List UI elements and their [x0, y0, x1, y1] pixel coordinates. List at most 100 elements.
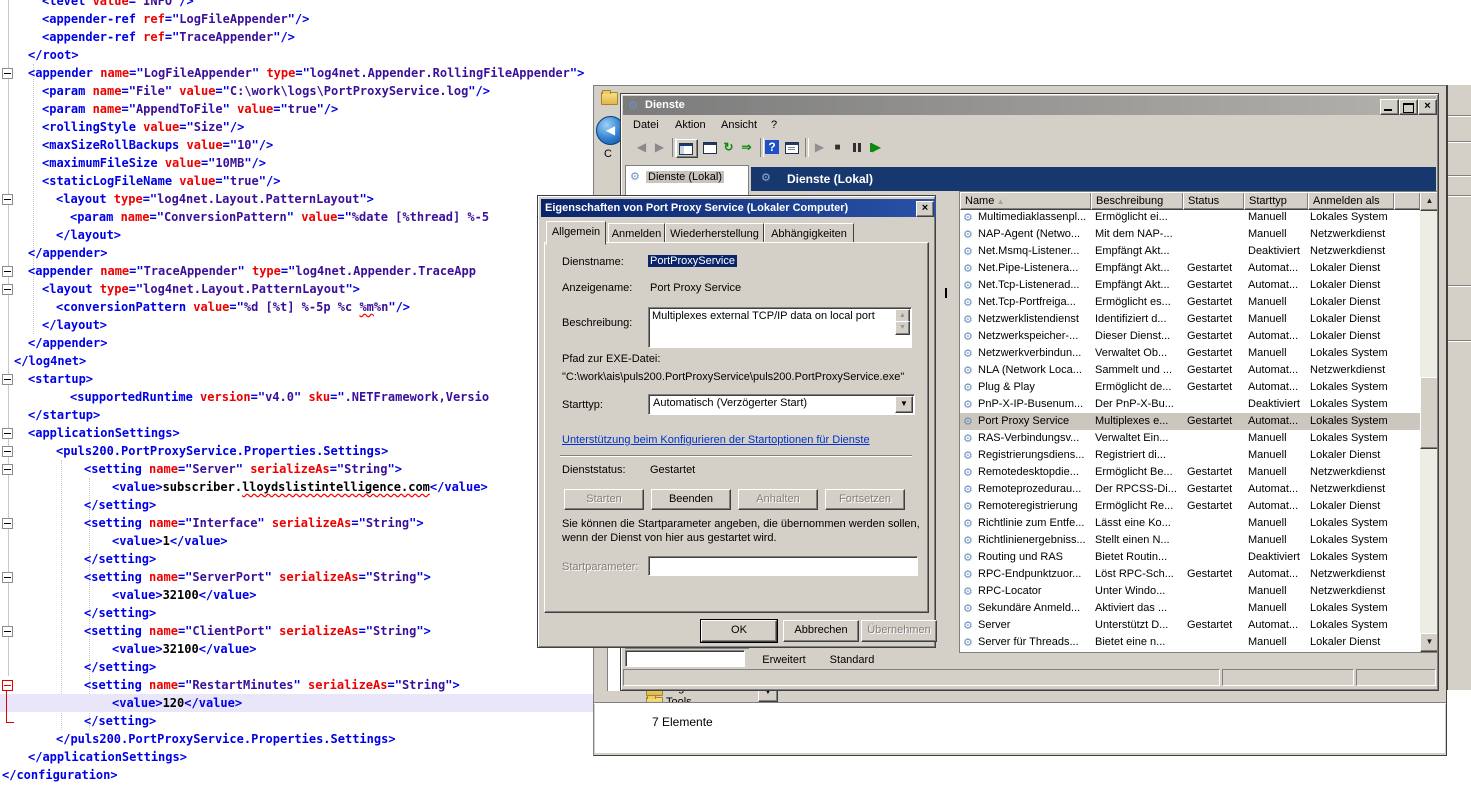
stop-button[interactable]: Beenden [651, 489, 731, 510]
service-cell: Lokales System [1310, 549, 1416, 566]
startup-type-combobox[interactable]: Automatisch (Verzögerter Start) ▼ [648, 394, 915, 415]
menu-hilfe[interactable]: ? [767, 116, 781, 134]
column-header-4[interactable]: Starttyp [1244, 192, 1309, 210]
service-row[interactable]: ⚙Routing und RASBietet Routin...Deaktivi… [960, 549, 1420, 566]
service-name-value[interactable]: PortProxyService [648, 255, 737, 267]
help-icon[interactable]: ? [764, 139, 781, 156]
fold-toggle-icon[interactable] [2, 572, 13, 583]
properties-icon[interactable] [701, 139, 718, 156]
column-header-3[interactable]: Status [1183, 192, 1245, 210]
service-row[interactable]: ⚙NAP-Agent (Netwo...Mit dem NAP-...Manue… [960, 226, 1420, 243]
combo-dropdown-icon[interactable]: ▼ [895, 396, 913, 413]
service-row[interactable]: ⚙RPC-Endpunktzuor...Löst RPC-Sch...Gesta… [960, 566, 1420, 583]
minimize-icon[interactable] [1380, 99, 1399, 115]
service-cell: Empfängt Akt... [1095, 243, 1183, 260]
service-row[interactable]: ⚙ServerUnterstützt D...GestartetAutomat.… [960, 617, 1420, 634]
vertical-scrollbar[interactable]: ▲ ▼ [1420, 192, 1437, 650]
service-status-label: Dienststatus: [562, 464, 626, 476]
menu-aktion[interactable]: Aktion [671, 116, 710, 134]
service-row[interactable]: ⚙Netzwerkverbindun...Verwaltet Ob...Gest… [960, 345, 1420, 362]
fold-toggle-icon[interactable] [2, 374, 13, 385]
service-cell: Manuell [1248, 515, 1306, 532]
refresh-icon[interactable]: ↻ [720, 139, 737, 156]
menu-datei[interactable]: Datei [629, 116, 663, 134]
service-row[interactable]: ⚙Net.Pipe-Listenera...Empfängt Akt...Ges… [960, 260, 1420, 277]
close-icon[interactable]: × [916, 201, 934, 217]
fold-toggle-icon[interactable] [2, 68, 13, 79]
stop-icon[interactable]: ■ [829, 139, 846, 156]
tab-standard[interactable]: Standard [821, 652, 883, 670]
tab-anmelden[interactable]: Anmelden [608, 223, 665, 243]
service-row[interactable]: ⚙Remoteprozedurau...Der RPCSS-Di...Gesta… [960, 481, 1420, 498]
service-row[interactable]: ⚙Registrierungsdiens...Registriert di...… [960, 447, 1420, 464]
service-cell [1187, 447, 1244, 464]
service-row[interactable]: ⚙Netzwerkspeicher-...Dieser Dienst...Ges… [960, 328, 1420, 345]
service-row[interactable]: ⚙Server für Threads...Bietet eine n...Ma… [960, 634, 1420, 651]
tab-erweitert[interactable]: Erweitert [749, 652, 819, 670]
maximize-icon[interactable] [1399, 99, 1418, 115]
start-button[interactable]: Starten [564, 489, 644, 510]
fold-toggle-icon[interactable] [2, 284, 13, 295]
dialog-titlebar[interactable]: Eigenschaften von Port Proxy Service (Lo… [541, 199, 936, 217]
restart-icon[interactable]: ▶ [868, 139, 885, 156]
menu-ansicht[interactable]: Ansicht [717, 116, 761, 134]
column-header-2[interactable]: Beschreibung [1091, 192, 1184, 210]
service-row[interactable]: ⚙Richtlinie zum Entfe...Lässt eine Ko...… [960, 515, 1420, 532]
tree-item-dienste-lokal[interactable]: Dienste (Lokal) [646, 171, 724, 183]
show-console-tree-icon[interactable] [676, 139, 698, 158]
fold-toggle-icon[interactable] [2, 464, 13, 475]
service-row[interactable]: ⚙RPC-LocatorUnter Windo...ManuellNetzwer… [960, 583, 1420, 600]
service-row[interactable]: ⚙PnP-X-IP-Busenum...Der PnP-X-Bu...Deakt… [960, 396, 1420, 413]
service-row[interactable]: ⚙RemoteregistrierungErmöglicht Re...Gest… [960, 498, 1420, 515]
apply-button[interactable]: Übernehmen [861, 620, 937, 642]
service-row[interactable]: ⚙Remotedesktopdie...Ermöglicht Be...Gest… [960, 464, 1420, 481]
fold-toggle-icon[interactable] [2, 680, 13, 691]
tab-wiederherstellung[interactable]: Wiederherstellung [665, 223, 764, 243]
ok-button[interactable]: OK [701, 620, 777, 642]
service-row[interactable]: ⚙Port Proxy ServiceMultiplexes e...Gesta… [960, 413, 1420, 430]
services-list[interactable]: Name ▲BeschreibungStatusStarttypAnmelden… [959, 191, 1438, 653]
scrollbar-thumb[interactable] [1420, 377, 1438, 449]
service-row[interactable]: ⚙RAS-Verbindungsv...Verwaltet Ein...Manu… [960, 430, 1420, 447]
fold-toggle-icon[interactable] [2, 194, 13, 205]
service-row[interactable]: ⚙Plug & PlayErmöglicht de...GestartetAut… [960, 379, 1420, 396]
window-list-icon[interactable] [783, 139, 800, 156]
back-icon[interactable]: ◀ [633, 139, 650, 156]
tab-allgemein[interactable]: Allgemein [546, 221, 606, 245]
scroll-up-icon[interactable]: ▲ [1420, 192, 1438, 211]
resume-button[interactable]: Fortsetzen [825, 489, 905, 510]
play-icon[interactable]: ▶ [811, 139, 828, 156]
service-row[interactable]: ⚙NetzwerklistendienstIdentifiziert d...G… [960, 311, 1420, 328]
filter-box[interactable] [625, 650, 745, 667]
description-box[interactable]: Multiplexes external TCP/IP data on loca… [648, 307, 912, 348]
fold-toggle-icon[interactable] [2, 446, 13, 457]
fold-toggle-icon[interactable] [2, 626, 13, 637]
code-line: <startup> [28, 370, 93, 388]
column-header-1[interactable]: Name ▲ [960, 192, 1092, 210]
tab-abhaengigkeiten[interactable]: Abhängigkeiten [764, 223, 854, 243]
fold-toggle-icon[interactable] [2, 518, 13, 529]
start-params-input[interactable] [648, 556, 918, 576]
column-header-5[interactable]: Anmelden als [1308, 192, 1395, 210]
pause-button[interactable]: Anhalten [738, 489, 818, 510]
scroll-down-icon[interactable]: ▼ [895, 321, 910, 335]
service-row[interactable]: ⚙Multimediaklassenpl...Ermöglicht ei...M… [960, 209, 1420, 226]
service-row[interactable]: ⚙Net.Tcp-Portfreiga...Ermöglicht es...Ge… [960, 294, 1420, 311]
column-header-filler[interactable] [1394, 192, 1421, 210]
export-list-icon[interactable]: ⇒ [738, 139, 755, 156]
service-row[interactable]: ⚙Sekundäre Anmeld...Aktiviert das ...Man… [960, 600, 1420, 617]
service-row[interactable]: ⚙NLA (Network Loca...Sammelt und ...Gest… [960, 362, 1420, 379]
startup-options-help-link[interactable]: Unterstützung beim Konfigurieren der Sta… [562, 434, 870, 446]
gear-icon: ⚙ [963, 294, 973, 311]
service-row[interactable]: ⚙Richtlinienergebniss...Stellt einen N..… [960, 532, 1420, 549]
close-icon[interactable]: × [1418, 99, 1437, 115]
window-titlebar[interactable]: ⚙ Dienste × [623, 96, 1436, 115]
pause-icon[interactable] [849, 139, 866, 156]
scroll-down-icon[interactable]: ▼ [1420, 633, 1438, 652]
cancel-button[interactable]: Abbrechen [783, 620, 859, 642]
service-row[interactable]: ⚙Net.Tcp-Listenerad...Empfängt Akt...Ges… [960, 277, 1420, 294]
fold-toggle-icon[interactable] [2, 428, 13, 439]
service-row[interactable]: ⚙Net.Msmq-Listener...Empfängt Akt...Deak… [960, 243, 1420, 260]
fold-toggle-icon[interactable] [2, 266, 13, 277]
forward-icon[interactable]: ▶ [651, 139, 668, 156]
